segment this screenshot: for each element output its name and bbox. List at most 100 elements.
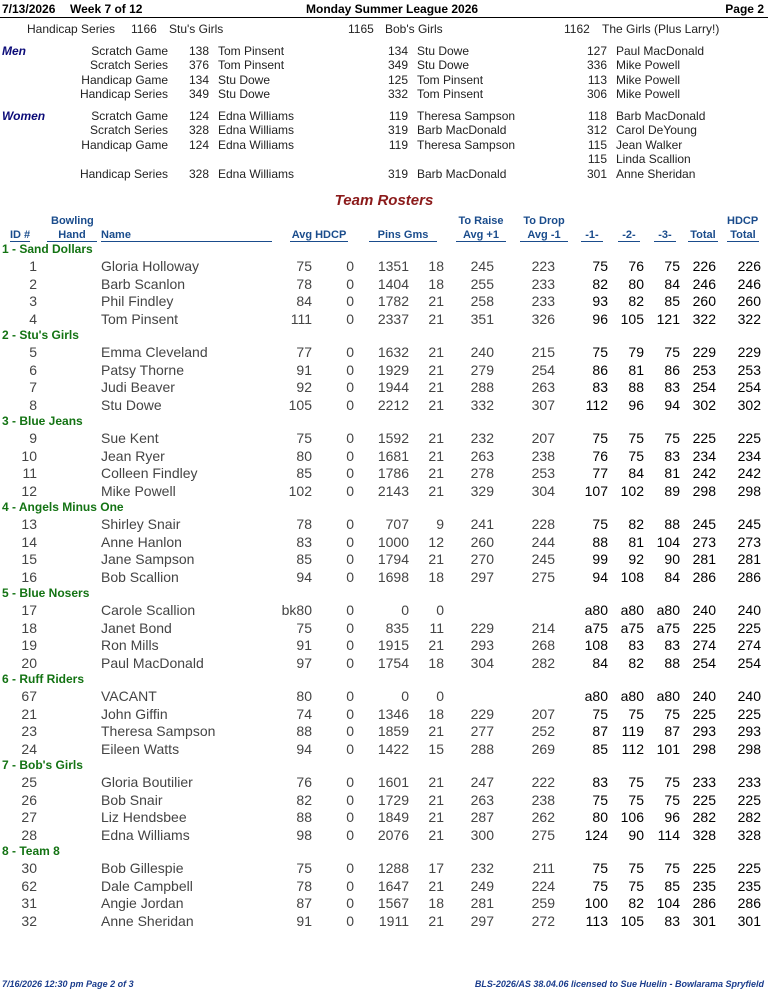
to-raise-avg: 245 bbox=[470, 258, 494, 274]
games: 12 bbox=[428, 533, 444, 550]
high-score-value: 124 bbox=[188, 109, 209, 123]
hdcp-total: 298 bbox=[737, 740, 761, 757]
games: 21 bbox=[428, 774, 444, 790]
hs-score-2: 1165 bbox=[348, 22, 374, 36]
bowler-name: Gloria Holloway bbox=[101, 258, 200, 274]
col-bowling: Bowling bbox=[51, 215, 94, 227]
bowler-handicap: 0 bbox=[346, 774, 354, 790]
bowler-id: 26 bbox=[21, 791, 37, 808]
bowler-row: 21 John Giffin 74 0 1346 18 229 207 75 75 75 225 225 bbox=[0, 706, 768, 724]
games: 21 bbox=[428, 396, 444, 413]
high-score-bowler: Jean Walker bbox=[616, 137, 683, 152]
bowler-id: 1 bbox=[29, 258, 37, 274]
bowler-id: 11 bbox=[22, 465, 37, 481]
bowler-row: 11 Colleen Findley 85 0 1786 21 278 253 77 84 81 24… bbox=[0, 465, 768, 483]
bowler-handicap: 0 bbox=[346, 551, 354, 567]
to-raise-avg: 240 bbox=[470, 344, 494, 360]
bowler-handicap: 0 bbox=[346, 258, 354, 274]
hdcp-total: 301 bbox=[737, 912, 761, 929]
to-drop-avg: 238 bbox=[531, 791, 555, 808]
to-raise-avg: 304 bbox=[470, 654, 494, 671]
high-score-value: 328 bbox=[188, 166, 209, 181]
series-total: 282 bbox=[692, 809, 716, 825]
bowler-id: 32 bbox=[21, 912, 37, 929]
to-raise-avg: 232 bbox=[470, 430, 494, 446]
team-header: 7 - Bob's Girls bbox=[2, 758, 83, 772]
games: 21 bbox=[428, 637, 444, 653]
bowler-row: 6 Patsy Thorne 91 0 1929 21 279 254 86 81 86 253 253 bbox=[0, 362, 768, 380]
bowler-row: 9 Sue Kent 75 0 1592 21 232 207 75 75 75 225 225 bbox=[0, 430, 768, 448]
handicap-series-label: Handicap Series bbox=[27, 22, 116, 36]
bowler-name: Ron Mills bbox=[101, 637, 159, 653]
high-score-bowler: Paul MacDonald bbox=[616, 44, 705, 58]
hdcp-total: 302 bbox=[737, 396, 761, 413]
series-total: 225 bbox=[692, 860, 716, 876]
hdcp-total: 254 bbox=[737, 379, 761, 395]
to-drop-avg: 245 bbox=[531, 551, 555, 567]
high-score-value: 119 bbox=[388, 137, 408, 152]
to-drop-avg: 307 bbox=[531, 396, 555, 413]
high-score-value: 376 bbox=[188, 58, 209, 73]
bowler-name: Edna Williams bbox=[101, 826, 190, 843]
category-label: Handicap Game bbox=[81, 72, 168, 87]
series-total: 260 bbox=[692, 293, 716, 309]
hdcp-total: 281 bbox=[737, 551, 761, 567]
hdcp-total: 225 bbox=[737, 430, 761, 446]
col-avg-plus: Avg +1 bbox=[456, 229, 506, 242]
bowler-handicap: 0 bbox=[346, 860, 354, 876]
bowler-row: 3 Phil Findley 84 0 1782 21 258 233 93 82 85 260 260 bbox=[0, 293, 768, 311]
to-drop-avg: 211 bbox=[532, 860, 555, 876]
high-score-bowler: Tom Pinsent bbox=[417, 87, 484, 102]
series-total: 302 bbox=[692, 396, 716, 413]
section-title: Team Rosters bbox=[334, 192, 434, 209]
to-drop-avg: 228 bbox=[531, 516, 555, 532]
bowler-name: Carole Scallion bbox=[101, 602, 196, 618]
games: 17 bbox=[428, 860, 444, 876]
bowler-name: Angie Jordan bbox=[101, 895, 184, 911]
bowler-handicap: 0 bbox=[346, 516, 354, 532]
series-total: 225 bbox=[692, 619, 716, 636]
games: 9 bbox=[436, 516, 444, 532]
bowler-name: Jean Ryer bbox=[101, 447, 165, 464]
to-raise-avg: 270 bbox=[470, 551, 494, 567]
high-score-bowler: Barb MacDonald bbox=[417, 123, 507, 138]
bowler-handicap: 0 bbox=[346, 465, 354, 481]
to-raise-avg: 263 bbox=[470, 447, 494, 464]
bowler-id: 3 bbox=[29, 293, 37, 309]
to-drop-avg: 207 bbox=[531, 705, 555, 722]
games: 18 bbox=[428, 654, 444, 671]
bowler-id: 4 bbox=[29, 310, 37, 327]
to-drop-avg: 254 bbox=[531, 361, 555, 378]
to-raise-avg: 293 bbox=[470, 637, 494, 653]
games: 21 bbox=[428, 293, 444, 309]
bowler-name: VACANT bbox=[101, 688, 157, 704]
bowler-id: 2 bbox=[29, 275, 37, 292]
bowler-handicap: 0 bbox=[346, 344, 354, 360]
to-raise-avg: 279 bbox=[470, 361, 494, 378]
to-raise-avg: 297 bbox=[470, 568, 494, 585]
high-score-value: 301 bbox=[586, 166, 607, 181]
hdcp-total: 245 bbox=[737, 516, 761, 532]
hdcp-total: 240 bbox=[737, 602, 761, 618]
bowler-row: 26 Bob Snair 82 0 1729 21 263 238 75 75 75 225 225 bbox=[0, 792, 768, 810]
to-drop-avg: 275 bbox=[531, 568, 555, 585]
high-score-bowler: Theresa Sampson bbox=[417, 137, 516, 152]
bowler-name: Janet Bond bbox=[101, 619, 172, 636]
bowler-handicap: 0 bbox=[346, 791, 354, 808]
high-score-bowler: Edna Williams bbox=[218, 137, 295, 152]
col-hdcp: HDCP bbox=[727, 215, 759, 227]
bowler-id: 19 bbox=[21, 637, 37, 653]
high-score-bowler: Carol DeYoung bbox=[616, 123, 697, 138]
bowler-row: 12 Mike Powell 102 0 2143 21 329 304 107 102 89 298… bbox=[0, 483, 768, 501]
games: 21 bbox=[428, 912, 444, 929]
to-raise-avg: 300 bbox=[470, 826, 494, 843]
bowler-id: 10 bbox=[21, 447, 37, 464]
bowler-id: 13 bbox=[21, 516, 37, 532]
bowler-name: Barb Scanlon bbox=[101, 275, 186, 292]
to-raise-avg: 229 bbox=[470, 619, 494, 636]
bowler-name: Eileen Watts bbox=[101, 740, 180, 757]
category-label: Scratch Series bbox=[89, 123, 168, 138]
bowler-id: 21 bbox=[21, 705, 37, 722]
series-total: 254 bbox=[692, 379, 716, 395]
hdcp-total: 233 bbox=[737, 774, 761, 790]
